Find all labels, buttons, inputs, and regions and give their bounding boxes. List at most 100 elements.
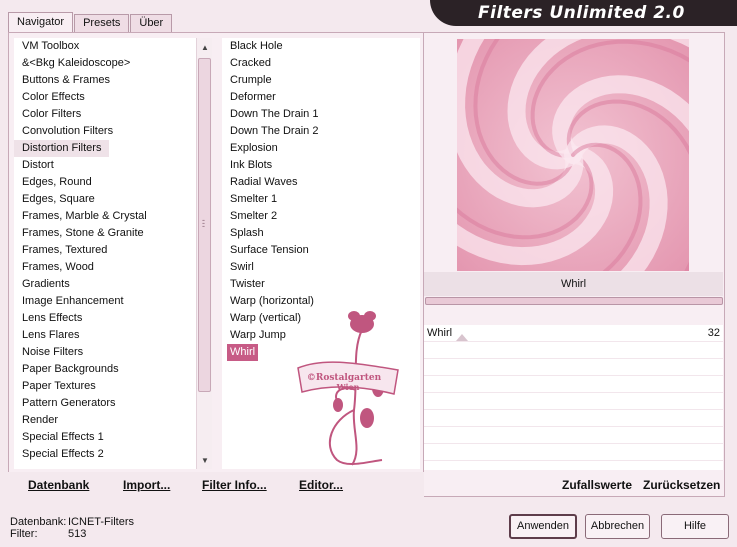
category-row[interactable]: &<Bkg Kaleidoscope> bbox=[14, 55, 196, 72]
category-item[interactable]: Lens Flares bbox=[14, 329, 79, 341]
scroll-down-arrow-icon[interactable]: ▼ bbox=[197, 453, 213, 469]
tab-navigator[interactable]: Navigator bbox=[8, 12, 74, 33]
filter-row[interactable]: Smelter 2 bbox=[222, 208, 420, 225]
category-item[interactable]: Paper Textures bbox=[14, 380, 96, 392]
category-item[interactable]: Gradients bbox=[14, 278, 70, 290]
category-row[interactable]: Paper Textures bbox=[14, 378, 196, 395]
category-row[interactable]: Distort bbox=[14, 157, 196, 174]
filter-item[interactable]: Warp (vertical) bbox=[222, 312, 301, 324]
category-row[interactable]: Frames, Marble & Crystal bbox=[14, 208, 196, 225]
filter-item[interactable]: Smelter 1 bbox=[222, 193, 277, 205]
category-item[interactable]: Frames, Wood bbox=[14, 261, 94, 273]
category-row[interactable]: Frames, Textured bbox=[14, 242, 196, 259]
filter-item[interactable]: Whirl bbox=[227, 344, 259, 361]
category-list[interactable]: VM Toolbox &<Bkg Kaleidoscope> Buttons & F… bbox=[14, 38, 196, 469]
category-row[interactable]: Edges, Square bbox=[14, 191, 196, 208]
category-scrollbar[interactable]: ▲ --- ▼ bbox=[196, 38, 212, 469]
filter-row[interactable]: Black Hole bbox=[222, 38, 420, 55]
filter-item[interactable]: Black Hole bbox=[222, 40, 283, 52]
scroll-up-arrow-icon[interactable]: ▲ bbox=[197, 40, 213, 56]
filter-item[interactable]: Warp (horizontal) bbox=[222, 295, 314, 307]
filter-info-button[interactable]: Filter Info... bbox=[202, 478, 267, 492]
filter-item[interactable]: Down The Drain 1 bbox=[222, 108, 318, 120]
reset-button[interactable]: Zurücksetzen bbox=[643, 478, 720, 492]
category-item[interactable]: Convolution Filters bbox=[14, 125, 113, 137]
category-item[interactable]: Color Filters bbox=[14, 108, 81, 120]
tab-uber[interactable]: Über bbox=[130, 14, 173, 32]
category-item[interactable]: Distort bbox=[14, 159, 54, 171]
category-row[interactable]: Special Effects 2 bbox=[14, 446, 196, 463]
filter-row[interactable]: Cracked bbox=[222, 55, 420, 72]
category-row[interactable]: Color Effects bbox=[14, 89, 196, 106]
filter-item[interactable]: Explosion bbox=[222, 142, 278, 154]
category-item[interactable]: Frames, Marble & Crystal bbox=[14, 210, 147, 222]
param-row-whirl[interactable]: Whirl 32 bbox=[424, 325, 723, 342]
filter-item[interactable]: Smelter 2 bbox=[222, 210, 277, 222]
filter-row[interactable]: Down The Drain 2 bbox=[222, 123, 420, 140]
category-row[interactable]: Edges, Round bbox=[14, 174, 196, 191]
filter-row[interactable]: Smelter 1 bbox=[222, 191, 420, 208]
category-row[interactable]: Frames, Wood bbox=[14, 259, 196, 276]
filter-item[interactable]: Deformer bbox=[222, 91, 276, 103]
slider-thumb-icon[interactable] bbox=[456, 334, 468, 341]
category-row[interactable]: Pattern Generators bbox=[14, 395, 196, 412]
tab-presets[interactable]: Presets bbox=[74, 14, 130, 32]
category-row[interactable]: Lens Effects bbox=[14, 310, 196, 327]
filter-item[interactable]: Ink Blots bbox=[222, 159, 272, 171]
filter-item[interactable]: Twister bbox=[222, 278, 265, 290]
category-row[interactable]: Distortion Filters bbox=[14, 140, 196, 157]
filter-item[interactable]: Crumple bbox=[222, 74, 272, 86]
scroll-thumb[interactable]: --- bbox=[198, 58, 211, 392]
import-button[interactable]: Import... bbox=[123, 478, 170, 492]
filter-row[interactable]: Deformer bbox=[222, 89, 420, 106]
category-item[interactable]: Pattern Generators bbox=[14, 397, 116, 409]
category-item[interactable]: Special Effects 1 bbox=[14, 431, 104, 443]
category-row[interactable]: Lens Flares bbox=[14, 327, 196, 344]
category-item[interactable]: Noise Filters bbox=[14, 346, 83, 358]
database-button[interactable]: Datenbank bbox=[28, 478, 89, 492]
filter-row[interactable]: Radial Waves bbox=[222, 174, 420, 191]
filter-row[interactable]: Swirl bbox=[222, 259, 420, 276]
category-row[interactable]: Image Enhancement bbox=[14, 293, 196, 310]
category-item[interactable]: Lens Effects bbox=[14, 312, 82, 324]
filter-item[interactable]: Surface Tension bbox=[222, 244, 309, 256]
filter-item[interactable]: Splash bbox=[222, 227, 264, 239]
help-button[interactable]: Hilfe bbox=[661, 514, 729, 539]
filter-row[interactable]: Down The Drain 1 bbox=[222, 106, 420, 123]
filter-row[interactable]: Twister bbox=[222, 276, 420, 293]
filter-row[interactable]: Splash bbox=[222, 225, 420, 242]
category-item[interactable]: Color Effects bbox=[14, 91, 85, 103]
filter-item[interactable]: Radial Waves bbox=[222, 176, 297, 188]
category-row[interactable]: Gradients bbox=[14, 276, 196, 293]
category-item[interactable]: Special Effects 2 bbox=[14, 448, 104, 460]
filter-row[interactable]: Crumple bbox=[222, 72, 420, 89]
random-values-button[interactable]: Zufallswerte bbox=[562, 478, 632, 492]
editor-button[interactable]: Editor... bbox=[299, 478, 343, 492]
cancel-button[interactable]: Abbrechen bbox=[585, 514, 650, 539]
category-item[interactable]: Distortion Filters bbox=[14, 140, 110, 157]
category-row[interactable]: Noise Filters bbox=[14, 344, 196, 361]
filter-row[interactable]: Ink Blots bbox=[222, 157, 420, 174]
filter-item[interactable]: Down The Drain 2 bbox=[222, 125, 318, 137]
category-row[interactable]: Frames, Stone & Granite bbox=[14, 225, 196, 242]
category-item[interactable]: Edges, Round bbox=[14, 176, 92, 188]
filter-row[interactable]: Surface Tension bbox=[222, 242, 420, 259]
filter-row[interactable]: Explosion bbox=[222, 140, 420, 157]
category-item[interactable]: Buttons & Frames bbox=[14, 74, 110, 86]
category-row[interactable]: Convolution Filters bbox=[14, 123, 196, 140]
category-row[interactable]: Paper Backgrounds bbox=[14, 361, 196, 378]
filter-row[interactable]: Warp (horizontal) bbox=[222, 293, 420, 310]
apply-button[interactable]: Anwenden bbox=[509, 514, 577, 539]
category-row[interactable]: VM Toolbox bbox=[14, 38, 196, 55]
filter-item[interactable]: Warp Jump bbox=[222, 329, 286, 341]
category-item[interactable]: &<Bkg Kaleidoscope> bbox=[14, 57, 130, 69]
category-item[interactable]: VM Toolbox bbox=[14, 40, 79, 52]
category-item[interactable]: Image Enhancement bbox=[14, 295, 124, 307]
category-row[interactable]: Render bbox=[14, 412, 196, 429]
category-item[interactable]: Render bbox=[14, 414, 58, 426]
category-row[interactable]: Color Filters bbox=[14, 106, 196, 123]
filter-item[interactable]: Swirl bbox=[222, 261, 254, 273]
category-item[interactable]: Paper Backgrounds bbox=[14, 363, 119, 375]
category-row[interactable]: Special Effects 1 bbox=[14, 429, 196, 446]
filter-item[interactable]: Cracked bbox=[222, 57, 271, 69]
